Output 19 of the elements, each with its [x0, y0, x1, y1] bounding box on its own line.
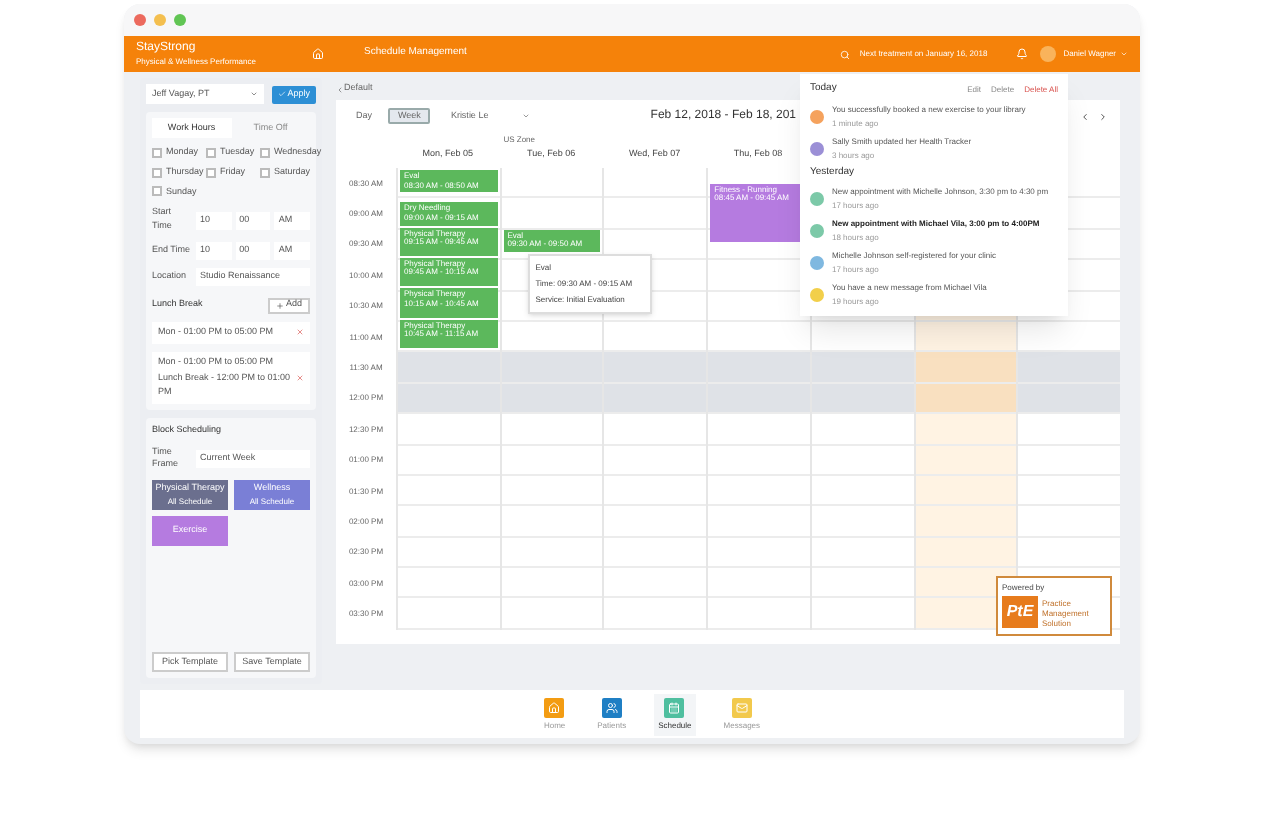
bell-icon[interactable] [1015, 48, 1028, 60]
window-control[interactable] [174, 14, 186, 26]
search-icon[interactable] [839, 49, 850, 59]
plus-icon [275, 301, 284, 310]
previous-icon[interactable] [1080, 111, 1090, 121]
pte-logo: PtE [1002, 596, 1038, 628]
checkbox[interactable] [260, 147, 270, 158]
checkbox[interactable] [260, 167, 270, 178]
check-icon [277, 90, 286, 98]
window-control[interactable] [134, 14, 146, 26]
checkbox[interactable] [206, 147, 216, 158]
checkbox[interactable] [152, 186, 162, 197]
home-icon[interactable] [312, 48, 324, 60]
window-control[interactable] [154, 14, 166, 26]
checkbox[interactable] [152, 147, 162, 158]
next-icon[interactable] [1098, 111, 1108, 121]
checkbox[interactable] [152, 167, 162, 178]
avatar[interactable] [1039, 46, 1056, 62]
checkbox[interactable] [206, 167, 216, 178]
